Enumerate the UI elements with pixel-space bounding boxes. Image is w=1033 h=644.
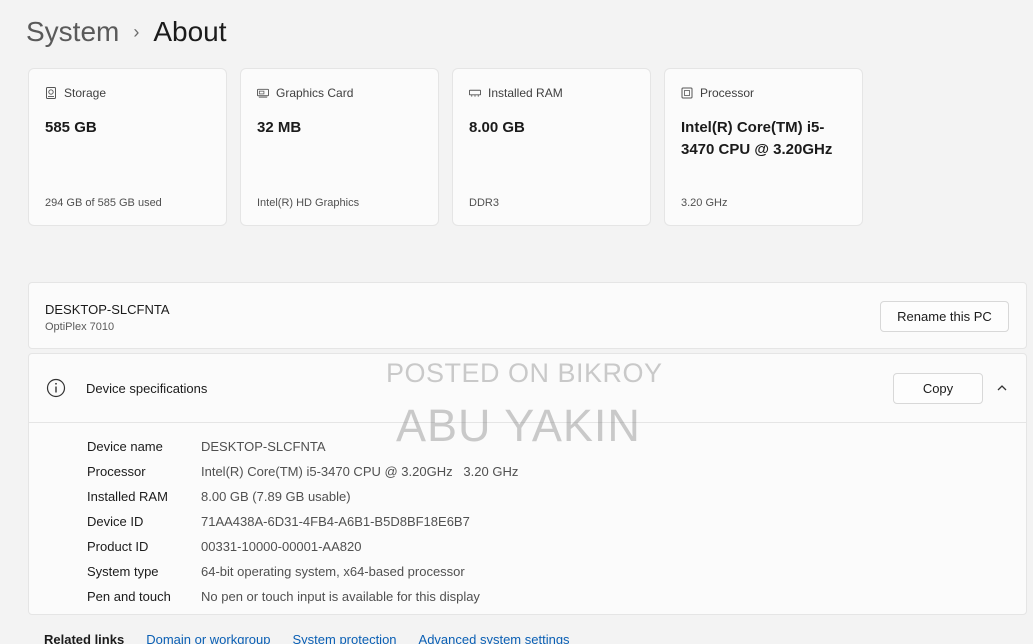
breadcrumb-separator-icon: ›: [133, 22, 140, 42]
card-label: Installed RAM: [488, 86, 563, 100]
device-specifications-header[interactable]: Device specifications Copy: [29, 354, 1026, 423]
card-value: 32 MB: [257, 119, 302, 136]
spec-label: Pen and touch: [87, 589, 171, 604]
page-title: About: [153, 16, 227, 47]
card-value: 8.00 GB: [469, 119, 525, 136]
pc-name: DESKTOP-SLCFNTA: [45, 302, 170, 317]
info-icon: [46, 378, 66, 398]
device-specifications-title: Device specifications: [86, 381, 208, 396]
device-specifications-panel: Device specifications Copy Device name D…: [28, 353, 1027, 615]
card-label: Storage: [64, 86, 107, 100]
spec-label: Device name: [87, 439, 163, 454]
spec-label: System type: [87, 564, 159, 579]
ram-icon: [469, 87, 481, 99]
spec-row: Device name DESKTOP-SLCFNTA: [87, 434, 518, 459]
spec-value: 64-bit operating system, x64-based proce…: [201, 564, 465, 579]
breadcrumb: System › About: [26, 14, 227, 50]
spec-row: Pen and touch No pen or touch input is a…: [87, 584, 518, 609]
spec-rows: Device name DESKTOP-SLCFNTA Processor In…: [87, 434, 518, 609]
card-subtext: Intel(R) HD Graphics: [257, 197, 360, 209]
graphics-card-card[interactable]: Graphics Card 32 MB Intel(R) HD Graphics: [240, 68, 439, 226]
spec-value: 8.00 GB (7.89 GB usable): [201, 489, 351, 504]
copy-button[interactable]: Copy: [893, 373, 983, 404]
rename-pc-button[interactable]: Rename this PC: [880, 301, 1009, 332]
breadcrumb-system[interactable]: System: [26, 14, 119, 50]
spec-label: Product ID: [87, 539, 149, 554]
spec-label: Device ID: [87, 514, 144, 529]
installed-ram-card[interactable]: Installed RAM 8.00 GB DDR3: [452, 68, 651, 226]
spec-value: Intel(R) Core(TM) i5-3470 CPU @ 3.20GHz …: [201, 464, 519, 479]
card-subtext: DDR3: [469, 197, 499, 209]
card-label: Processor: [700, 86, 755, 100]
card-label: Graphics Card: [276, 86, 354, 100]
spec-label: Processor: [87, 464, 146, 479]
spec-row: Installed RAM 8.00 GB (7.89 GB usable): [87, 484, 518, 509]
related-links-title: Related links: [44, 632, 125, 644]
card-subtext: 3.20 GHz: [681, 197, 728, 209]
card-value: 585 GB: [45, 119, 97, 136]
processor-icon: [681, 87, 693, 99]
chevron-up-icon[interactable]: [995, 381, 1009, 395]
card-value: Intel(R) Core(TM) i5-3470 CPU @ 3.20GHz: [681, 119, 833, 158]
spec-row: Product ID 00331-10000-00001-AA820: [87, 534, 518, 559]
storage-icon: [45, 87, 57, 99]
related-links: Related links Domain or workgroup System…: [44, 632, 570, 644]
card-subtext: 294 GB of 585 GB used: [45, 197, 162, 209]
spec-value: 00331-10000-00001-AA820: [201, 539, 362, 554]
spec-row: Device ID 71AA438A-6D31-4FB4-A6B1-B5D8BF…: [87, 509, 518, 534]
spec-row: Processor Intel(R) Core(TM) i5-3470 CPU …: [87, 459, 518, 484]
summary-cards: Storage 585 GB 294 GB of 585 GB used Gra…: [28, 68, 863, 226]
processor-card[interactable]: Processor Intel(R) Core(TM) i5-3470 CPU …: [664, 68, 863, 226]
advanced-system-settings-link[interactable]: Advanced system settings: [419, 632, 570, 644]
storage-card[interactable]: Storage 585 GB 294 GB of 585 GB used: [28, 68, 227, 226]
pc-name-panel: DESKTOP-SLCFNTA OptiPlex 7010 Rename thi…: [28, 282, 1027, 349]
domain-or-workgroup-link[interactable]: Domain or workgroup: [146, 632, 270, 644]
spec-value: 71AA438A-6D31-4FB4-A6B1-B5D8BF18E6B7: [201, 514, 470, 529]
pc-model: OptiPlex 7010: [45, 321, 115, 333]
spec-value: No pen or touch input is available for t…: [201, 589, 480, 604]
spec-label: Installed RAM: [87, 489, 168, 504]
graphics-card-icon: [257, 87, 269, 99]
spec-row: System type 64-bit operating system, x64…: [87, 559, 518, 584]
system-protection-link[interactable]: System protection: [292, 632, 396, 644]
spec-value: DESKTOP-SLCFNTA: [201, 439, 326, 454]
